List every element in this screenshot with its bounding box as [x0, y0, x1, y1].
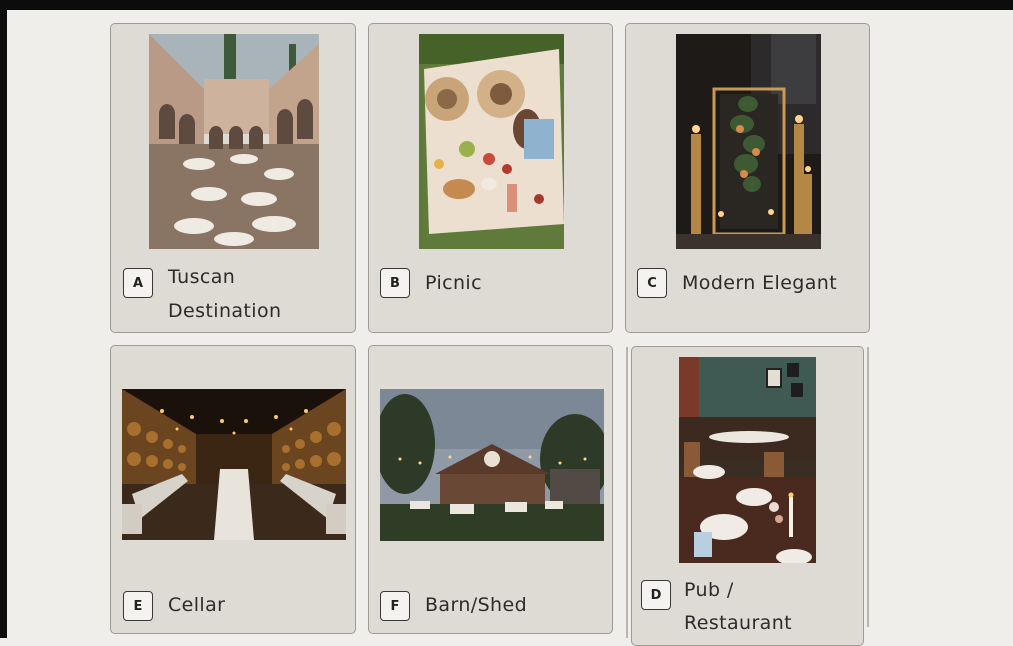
venue-letter-badge: C: [637, 268, 667, 298]
top-divider: [0, 5, 1013, 10]
venue-card-tuscan-destination[interactable]: A Tuscan Destination: [110, 23, 356, 333]
venue-letter-badge: F: [380, 591, 410, 621]
venue-label-line1: Tuscan: [168, 266, 236, 288]
venue-label-line1: Barn/Shed: [425, 594, 528, 616]
venue-label-line1: Picnic: [425, 272, 482, 294]
venue-label-line1: Modern Elegant: [682, 272, 838, 294]
venue-label-line2: Restaurant: [684, 612, 793, 634]
venue-card-pub-restaurant[interactable]: D Pub / Restaurant: [631, 346, 864, 646]
venue-card-cellar[interactable]: E Cellar: [110, 345, 356, 634]
modern-elegant-photo: [676, 34, 821, 249]
venue-label-line1: Cellar: [168, 594, 226, 616]
venue-card-barn-shed[interactable]: F Barn/Shed: [368, 345, 613, 634]
venue-letter-badge: E: [123, 591, 153, 621]
picnic-photo: [419, 34, 564, 249]
venue-label-line2: Destination: [168, 300, 282, 322]
barn-shed-photo: [380, 389, 604, 541]
venue-letter-badge: A: [123, 268, 153, 298]
column-divider: [626, 347, 628, 638]
tuscan-courtyard-photo: [149, 34, 319, 249]
pub-restaurant-photo: [679, 357, 816, 563]
venue-card-modern-elegant[interactable]: C Modern Elegant: [625, 23, 870, 333]
venue-label-line1: Pub /: [684, 579, 734, 601]
venue-card-picnic[interactable]: B Picnic: [368, 23, 613, 333]
venue-letter-badge: D: [641, 580, 671, 610]
column-edge: [867, 347, 869, 627]
venue-letter-badge: B: [380, 268, 410, 298]
cellar-photo: [122, 389, 346, 540]
